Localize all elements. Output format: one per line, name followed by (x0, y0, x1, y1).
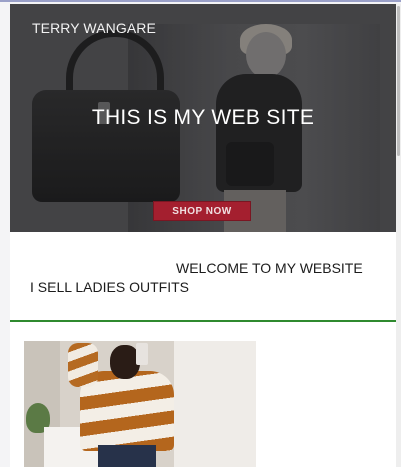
section-divider (10, 320, 396, 322)
photo-wall (174, 341, 256, 467)
welcome-section: WELCOME TO MY WEBSITE I SELL LADIES OUTF… (10, 232, 396, 320)
web-page: TERRY WANGARE THIS IS MY WEB SITE SHOP N… (10, 4, 396, 467)
browser-frame: TERRY WANGARE THIS IS MY WEB SITE SHOP N… (0, 0, 401, 467)
welcome-heading: WELCOME TO MY WEBSITE (176, 260, 363, 276)
product-photo[interactable] (24, 341, 256, 467)
phone-image (136, 343, 148, 365)
scrollbar-thumb[interactable] (397, 6, 400, 156)
welcome-subheading: I SELL LADIES OUTFITS (30, 279, 189, 295)
hero-banner: TERRY WANGARE THIS IS MY WEB SITE SHOP N… (10, 4, 396, 232)
shop-now-button[interactable]: SHOP NOW (153, 201, 251, 221)
hero-title: THIS IS MY WEB SITE (91, 106, 315, 129)
brand-name[interactable]: TERRY WANGARE (32, 20, 156, 36)
jeans-image (98, 445, 156, 467)
striped-sleeve (68, 343, 98, 387)
